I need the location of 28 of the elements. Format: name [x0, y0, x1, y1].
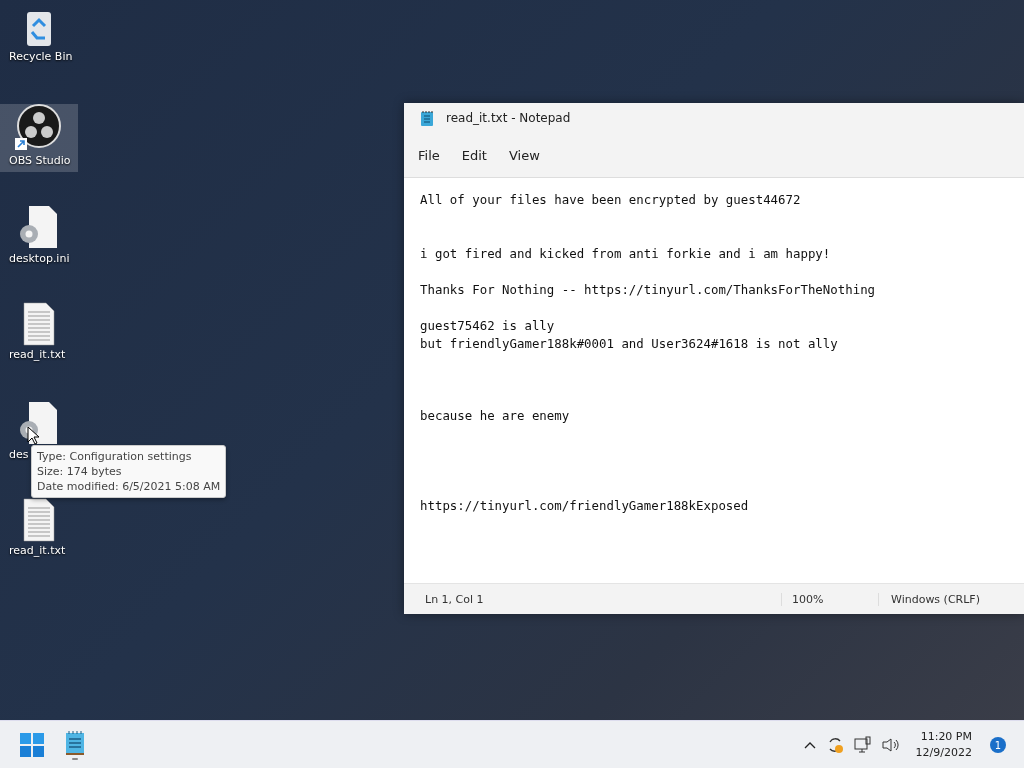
- chevron-up-icon[interactable]: [803, 741, 816, 749]
- notepad-icon: [420, 109, 434, 127]
- desktop-icon-label[interactable]: OBS Studio: [0, 154, 71, 167]
- clock-date[interactable]: 12/9/2022: [915, 745, 972, 761]
- desktop-icon-label[interactable]: desktop.ini: [0, 252, 70, 265]
- start-button[interactable]: [20, 733, 44, 757]
- desktop-icon-label[interactable]: read_it.txt: [0, 348, 66, 361]
- notification-badge[interactable]: 1: [990, 737, 1006, 753]
- tooltip-text: Type: Configuration settings: [37, 449, 193, 464]
- obs-studio-icon: [15, 104, 63, 152]
- menu-item[interactable]: Edit: [453, 143, 495, 167]
- notepad-taskbar-button[interactable]: [64, 730, 86, 760]
- volume-icon[interactable]: [881, 737, 900, 753]
- status-text: Windows (CRLF): [878, 592, 980, 606]
- status-text: 100%: [781, 592, 878, 606]
- status-text: Ln 1, Col 1: [424, 592, 485, 606]
- menu-item[interactable]: View: [500, 143, 548, 167]
- tooltip-text: Size: 174 bytes: [37, 464, 123, 479]
- desktop-icon-label[interactable]: des: [0, 448, 29, 461]
- text-file-icon: [22, 302, 56, 346]
- tooltip-text: Date modified: 6/5/2021 5:08 AM: [37, 479, 221, 494]
- menu-item[interactable]: File: [410, 143, 448, 167]
- document-text: All of your files have been encrypted by guest44672 i got fired and kicked from anti forkie and i am happy! Thanks For Nothing -- https://tinyurl.com/ThanksForTheNothing guest75462 is ally but friendlyGamer188k#0001 and User3624#1618 is not ally because he are enemy https://tinyurl.com/friendlyGamer188kExposed: [420, 191, 877, 515]
- network-icon[interactable]: [853, 736, 872, 754]
- window-title: read_it.txt - Notepad: [446, 111, 571, 125]
- desktop-icon-label[interactable]: Recycle Bin: [0, 50, 73, 63]
- desktop-icon-label[interactable]: read_it.txt: [0, 544, 66, 557]
- clock-time[interactable]: 11:20 PM: [920, 729, 972, 745]
